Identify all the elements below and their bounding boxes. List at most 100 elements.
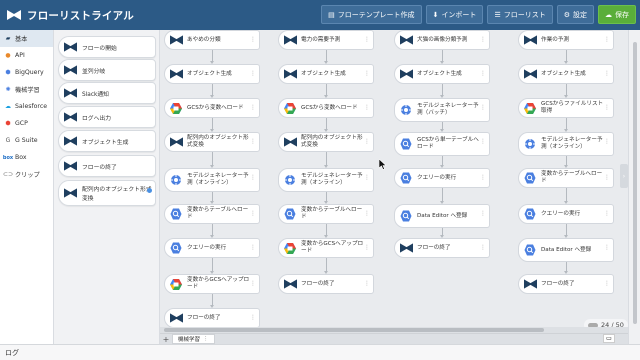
- flow-node[interactable]: 配列内のオブジェクト形式変換 ⋮: [164, 132, 260, 152]
- flow-node[interactable]: GCSから変数へロード ⋮: [164, 98, 260, 118]
- palette-block[interactable]: フローの開始: [58, 36, 156, 58]
- flow-list-button[interactable]: ☰ フローリスト: [487, 5, 553, 24]
- add-tab-button[interactable]: +: [160, 335, 172, 344]
- node-menu-icon[interactable]: ⋮: [250, 210, 256, 217]
- flow-node[interactable]: GCSからファイルリスト取得 ⋮: [518, 98, 614, 118]
- flow-node[interactable]: あやめの分類 ⋮: [164, 30, 260, 50]
- category-gsuite[interactable]: G G Suite: [0, 132, 53, 149]
- node-menu-icon[interactable]: ⋮: [604, 70, 610, 77]
- node-menu-icon[interactable]: ⋮: [364, 138, 370, 145]
- flow-node[interactable]: オブジェクト生成 ⋮: [518, 64, 614, 84]
- flow-node[interactable]: 作業の予測 ⋮: [518, 30, 614, 50]
- flow-node[interactable]: GCSから単一テーブルへロード ⋮: [394, 132, 490, 156]
- category-clip[interactable]: ⊂⊃ クリップ: [0, 166, 53, 183]
- category-salesforce[interactable]: ☁ Salesforce: [0, 98, 53, 115]
- category-gcp[interactable]: ⬢ GCP: [0, 115, 53, 132]
- node-menu-icon[interactable]: ⋮: [364, 280, 370, 287]
- connector-line: [442, 228, 443, 235]
- node-menu-icon[interactable]: ⋮: [250, 104, 256, 111]
- node-menu-icon[interactable]: ⋮: [364, 174, 370, 181]
- flow-node[interactable]: クエリーの実行 ⋮: [394, 168, 490, 188]
- node-menu-icon[interactable]: ⋮: [250, 36, 256, 43]
- node-menu-icon[interactable]: ⋮: [250, 174, 256, 181]
- flow-node[interactable]: 変数からテーブルへロード ⋮: [278, 204, 374, 224]
- palette-block[interactable]: ログへ出力: [58, 106, 156, 128]
- category-home[interactable]: ▰ 基本: [0, 30, 53, 47]
- node-menu-icon[interactable]: ⋮: [604, 244, 610, 251]
- settings-button[interactable]: ⚙ 設定: [556, 5, 594, 24]
- category-ml[interactable]: ✺ 機械学習: [0, 81, 53, 98]
- node-menu-icon[interactable]: ⋮: [480, 244, 486, 251]
- node-menu-icon[interactable]: ⋮: [364, 244, 370, 251]
- category-label: Salesforce: [15, 103, 48, 110]
- node-menu-icon[interactable]: ⋮: [250, 244, 256, 251]
- expand-right-panel-handle[interactable]: ›: [620, 164, 628, 188]
- node-menu-icon[interactable]: ⋮: [480, 138, 486, 145]
- vertical-scroll-thumb[interactable]: [633, 42, 637, 324]
- node-menu-icon[interactable]: ⋮: [480, 36, 486, 43]
- save-button[interactable]: ☁ 保存: [598, 5, 636, 24]
- chevron-right-icon: ›: [622, 172, 626, 180]
- horizontal-scroll-thumb[interactable]: [164, 328, 544, 332]
- node-menu-icon[interactable]: ⋮: [250, 138, 256, 145]
- category-bigquery[interactable]: ⬢ BigQuery: [0, 64, 53, 81]
- node-menu-icon[interactable]: ⋮: [364, 36, 370, 43]
- flow-node[interactable]: 配列内のオブジェクト形式変換 ⋮: [278, 132, 374, 152]
- flow-node[interactable]: 変数からテーブルへロード ⋮: [518, 168, 614, 188]
- node-menu-icon[interactable]: ⋮: [480, 210, 486, 217]
- flow-node[interactable]: 変数からテーブルへロード ⋮: [164, 204, 260, 224]
- node-menu-icon[interactable]: ⋮: [250, 280, 256, 287]
- node-menu-icon[interactable]: ⋮: [604, 280, 610, 287]
- flow-node[interactable]: オブジェクト生成 ⋮: [394, 64, 490, 84]
- flow-node[interactable]: Data Editor へ登録 ⋮: [394, 204, 490, 228]
- node-menu-icon[interactable]: ⋮: [364, 104, 370, 111]
- flow-node[interactable]: モデルジェネレーター予測（オンライン） ⋮: [518, 132, 614, 156]
- flow-node[interactable]: 変数からGCSへアップロード ⋮: [278, 238, 374, 258]
- node-menu-icon[interactable]: ⋮: [604, 104, 610, 111]
- node-menu-icon[interactable]: ⋮: [480, 104, 486, 111]
- flow-node-label: Data Editor へ登録: [417, 212, 468, 219]
- palette-block[interactable]: Slack通知: [58, 82, 156, 104]
- flow-node[interactable]: モデルジェネレーター予測（オンライン） ⋮: [164, 168, 260, 192]
- category-api[interactable]: ● API: [0, 47, 53, 64]
- node-menu-icon[interactable]: ⋮: [604, 138, 610, 145]
- tab-menu-icon[interactable]: ⋮: [203, 336, 209, 342]
- node-menu-icon[interactable]: ⋮: [364, 70, 370, 77]
- flow-node[interactable]: オブジェクト生成 ⋮: [164, 64, 260, 84]
- node-menu-icon[interactable]: ⋮: [250, 70, 256, 77]
- flow-node[interactable]: クエリーの実行 ⋮: [164, 238, 260, 258]
- flow-node[interactable]: Data Editor へ登録 ⋮: [518, 238, 614, 262]
- node-menu-icon[interactable]: ⋮: [250, 314, 256, 321]
- palette-block[interactable]: 並列分岐: [58, 59, 156, 81]
- node-menu-icon[interactable]: ⋮: [604, 210, 610, 217]
- flow-node[interactable]: 変数からGCSへアップロード ⋮: [164, 274, 260, 294]
- import-button[interactable]: ⬇ インポート: [425, 5, 484, 24]
- create-template-button[interactable]: ▤ フローテンプレート作成: [321, 5, 422, 24]
- flow-node[interactable]: 電力の需要予測 ⋮: [278, 30, 374, 50]
- flow-node[interactable]: モデルジェネレーター予測（バッチ） ⋮: [394, 98, 490, 122]
- node-menu-icon[interactable]: ⋮: [604, 36, 610, 43]
- node-menu-icon[interactable]: ⋮: [604, 174, 610, 181]
- node-menu-icon[interactable]: ⋮: [364, 210, 370, 217]
- flow-node[interactable]: GCSから変数へロード ⋮: [278, 98, 374, 118]
- flow-node[interactable]: フローの終了 ⋮: [518, 274, 614, 294]
- flow-node[interactable]: フローの終了 ⋮: [278, 274, 374, 294]
- tab-machine-learning[interactable]: 機械学習 ⋮: [172, 334, 215, 344]
- flow-node[interactable]: フローの終了 ⋮: [394, 238, 490, 258]
- flow-node[interactable]: オブジェクト生成 ⋮: [278, 64, 374, 84]
- flow-node[interactable]: フローの終了 ⋮: [164, 308, 260, 328]
- vertical-scrollbar[interactable]: [628, 30, 640, 344]
- palette-block[interactable]: 配列内のオブジェクト形式変換: [58, 180, 156, 206]
- flow-node[interactable]: 犬猫の画像分類予測 ⋮: [394, 30, 490, 50]
- flow-canvas[interactable]: あやめの分類 ⋮ オブジェクト生成 ⋮ GCSから変数へロード ⋮ 配列内のオブジェクト形式…: [160, 30, 628, 334]
- flow-node[interactable]: モデルジェネレーター予測（オンライン） ⋮: [278, 168, 374, 192]
- palette-block[interactable]: フローの終了: [58, 155, 156, 177]
- fit-view-button[interactable]: ▭: [603, 334, 615, 343]
- flow-node[interactable]: クエリーの実行 ⋮: [518, 204, 614, 224]
- node-menu-icon[interactable]: ⋮: [480, 70, 486, 77]
- flow-icon: [399, 242, 413, 254]
- log-footer[interactable]: ログ: [0, 344, 640, 360]
- node-menu-icon[interactable]: ⋮: [480, 174, 486, 181]
- category-box[interactable]: box Box: [0, 149, 53, 166]
- palette-block[interactable]: オブジェクト生成: [58, 130, 156, 152]
